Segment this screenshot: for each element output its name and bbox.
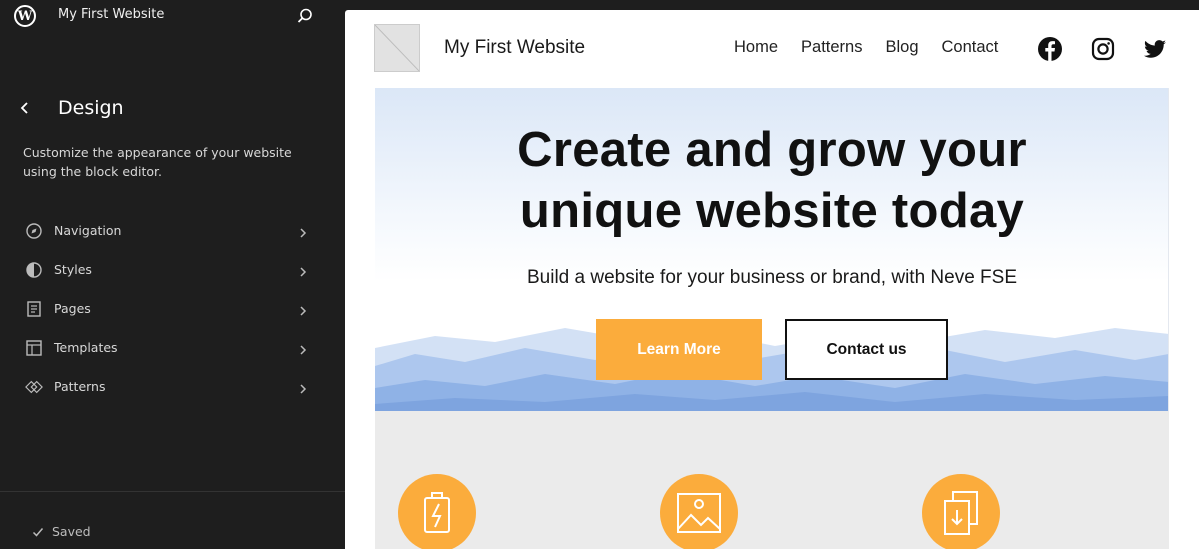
styles-icon: [25, 261, 43, 279]
sidebar-item-patterns[interactable]: Patterns: [0, 367, 345, 406]
sidebar-item-pages[interactable]: Pages: [0, 289, 345, 328]
sidebar-divider: [0, 491, 345, 492]
sidebar-item-label: Navigation: [54, 223, 122, 238]
wordpress-icon[interactable]: W: [14, 5, 36, 27]
site-preview-canvas[interactable]: My First Website Home Patterns Blog Cont…: [345, 10, 1199, 549]
document-download-icon: [922, 474, 1000, 549]
hero-heading-line-1: Create and grow your: [517, 123, 1027, 177]
instagram-icon[interactable]: [1090, 36, 1116, 62]
image-icon: [660, 474, 738, 549]
hero-heading-line-2: unique website today: [519, 184, 1025, 238]
patterns-icon: [25, 378, 43, 396]
design-sidebar: W My First Website Design Customize the …: [0, 0, 345, 549]
check-icon: [32, 526, 44, 538]
hero-section[interactable]: Create and grow your unique website toda…: [375, 88, 1169, 411]
save-status-label: Saved: [52, 524, 91, 539]
search-icon[interactable]: [296, 7, 314, 25]
sidebar-item-label: Templates: [54, 340, 118, 355]
design-menu: Navigation Styles Pages Templates Patter…: [0, 211, 345, 406]
page-description: Customize the appearance of your website…: [23, 145, 292, 179]
sidebar-item-styles[interactable]: Styles: [0, 250, 345, 289]
navigation-icon: [25, 222, 43, 240]
site-logo-placeholder[interactable]: [374, 24, 420, 72]
chevron-right-icon: [298, 263, 308, 277]
chevron-right-icon: [298, 341, 308, 355]
site-title[interactable]: My First Website: [444, 37, 585, 59]
contact-us-button[interactable]: Contact us: [785, 319, 948, 380]
facebook-icon[interactable]: [1037, 36, 1063, 62]
page-title: Design: [58, 97, 124, 119]
hero-subtitle[interactable]: Build a website for your business or bra…: [375, 267, 1168, 289]
sidebar-item-navigation[interactable]: Navigation: [0, 211, 345, 250]
chevron-right-icon: [298, 380, 308, 394]
mountains-background: [375, 328, 1168, 411]
sidebar-item-templates[interactable]: Templates: [0, 328, 345, 367]
save-status: Saved: [32, 524, 91, 539]
chevron-right-icon: [298, 302, 308, 316]
chevron-right-icon: [298, 224, 308, 238]
twitter-icon[interactable]: [1142, 36, 1168, 62]
features-section[interactable]: [375, 411, 1169, 549]
learn-more-button[interactable]: Learn More: [596, 319, 762, 380]
sidebar-item-label: Styles: [54, 262, 92, 277]
sidebar-item-label: Patterns: [54, 379, 106, 394]
nav-home-link[interactable]: Home: [734, 38, 778, 57]
battery-icon: [398, 474, 476, 549]
nav-blog-link[interactable]: Blog: [885, 38, 918, 57]
site-name[interactable]: My First Website: [58, 7, 164, 22]
back-chevron-icon[interactable]: [18, 100, 32, 116]
pages-icon: [25, 300, 43, 318]
templates-icon: [25, 339, 43, 357]
nav-patterns-link[interactable]: Patterns: [801, 38, 862, 57]
nav-contact-link[interactable]: Contact: [942, 38, 999, 57]
hero-heading[interactable]: Create and grow your unique website toda…: [375, 120, 1168, 242]
sidebar-item-label: Pages: [54, 301, 91, 316]
primary-navigation: Home Patterns Blog Contact: [734, 38, 1021, 57]
